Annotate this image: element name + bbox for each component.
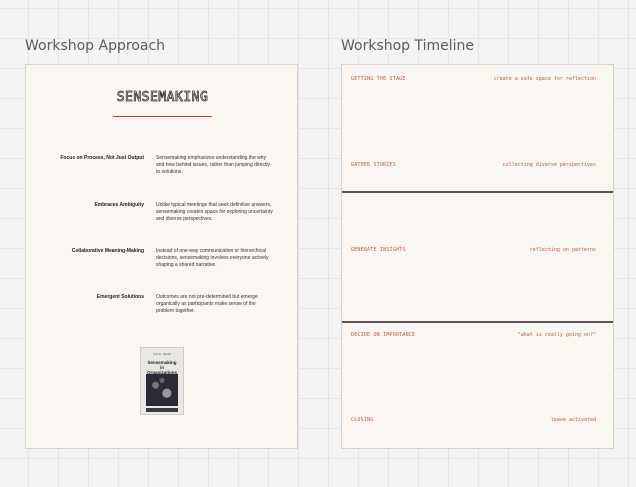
workshop-timeline-card[interactable]: GETTING THE STAGE create a safe space fo…	[341, 64, 614, 449]
principle-label: Collaborative Meaning-Making	[71, 248, 144, 254]
principle-description: Outcomes are not pre-determined but emer…	[156, 294, 258, 314]
timeline-step: GETTING THE STAGE	[351, 76, 406, 82]
timeline-divider	[342, 321, 613, 323]
logo-underline	[113, 115, 212, 117]
book-cover-image[interactable]: Karl E. Weick Sensemaking in Organizatio…	[140, 347, 184, 415]
book-title: Sensemaking in Organizations	[146, 360, 177, 375]
workshop-timeline-title: Workshop Timeline	[341, 38, 475, 54]
timeline-note: create a safe space for reflection	[493, 76, 596, 82]
timeline-step: GENERATE INSIGHTS	[351, 247, 406, 253]
principle-label: Emergent Solutions	[96, 294, 144, 300]
book-cover-footer	[146, 408, 178, 412]
timeline-note: leave activated	[550, 417, 596, 423]
timeline-divider	[342, 191, 613, 193]
principle-description: Unlike typical meetings that seek defini…	[156, 202, 273, 222]
principle-description: Sensemaking emphasizes understanding the…	[156, 155, 270, 175]
workshop-approach-title: Workshop Approach	[25, 38, 166, 54]
timeline-note: collecting diverse perspectives	[502, 162, 596, 168]
timeline-note: reflecting on patterns	[529, 247, 596, 253]
sensemaking-logo: Sensemaking	[113, 89, 212, 117]
timeline-step: GATHER STORIES	[351, 162, 396, 168]
principle-label: Embraces Ambiguity	[94, 202, 144, 208]
book-author: Karl E. Weick	[153, 352, 171, 356]
sensemaking-logo-text: Sensemaking	[116, 90, 209, 106]
timeline-step: CLOSING	[351, 417, 374, 423]
timeline-note: "what is really going on?"	[517, 332, 596, 338]
principle-label: Focus on Process, Not Just Output	[60, 155, 144, 161]
timeline-step: DECIDE ON IMPORTANCE	[351, 332, 416, 338]
workshop-approach-card[interactable]: Sensemaking Focus on Process, Not Just O…	[25, 64, 298, 449]
principle-description: Instead of one-way communication or hier…	[156, 248, 269, 268]
book-cover-art	[146, 374, 178, 406]
